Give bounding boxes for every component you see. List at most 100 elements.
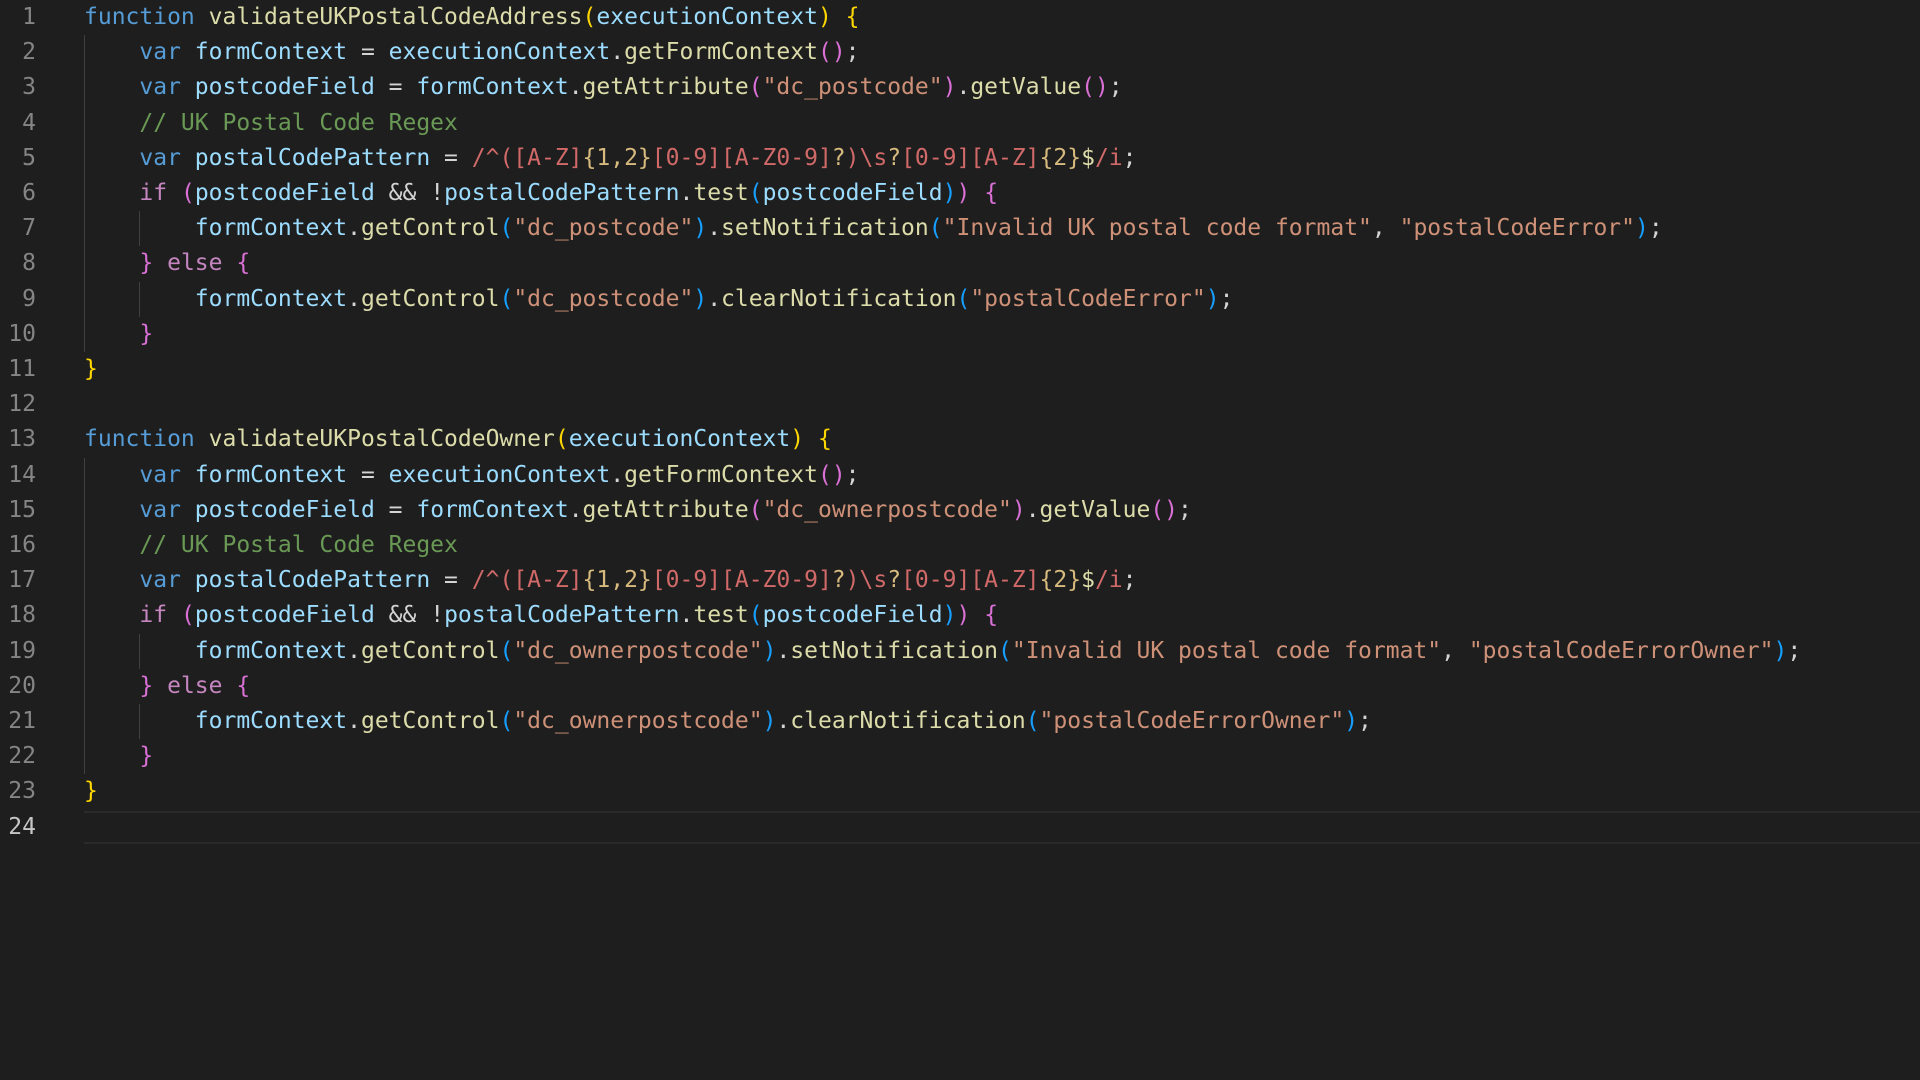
code-line[interactable]: 13 function validateUKPostalCodeOwner(exe… <box>0 422 1920 457</box>
code-token: postalCodePattern <box>194 144 431 171</box>
code-token: ( <box>998 637 1012 664</box>
code-line[interactable]: 7 formContext.getControl("dc_postcode").… <box>0 211 1920 246</box>
code-token: && ! <box>374 180 445 206</box>
code-editor[interactable]: 1 function validateUKPostalCodeAddress(ex… <box>0 0 1920 1080</box>
code-token: { <box>984 180 999 206</box>
code-token: formContext <box>194 39 348 66</box>
code-line[interactable]: 10 } <box>0 317 1920 352</box>
line-number: 5 <box>22 144 36 171</box>
code-line[interactable]: 18 if (postcodeField && !postalCodePatte… <box>0 598 1920 633</box>
code-token: else <box>167 672 223 699</box>
code-token: ) <box>817 4 832 30</box>
code-line[interactable]: 3 var postcodeField = formContext.getAtt… <box>0 70 1920 105</box>
code-line[interactable]: 5 var postalCodePattern = /^([A-Z]{1,2}[… <box>0 141 1920 176</box>
line-code: formContext.getControl("dc_postcode").cl… <box>84 282 1234 317</box>
code-token: () <box>1081 74 1109 101</box>
code-token: getAttribute <box>582 74 749 101</box>
code-token: "dc_ownerpostcode" <box>513 708 763 734</box>
code-line[interactable]: 4 // UK Postal Code Regex <box>0 106 1920 141</box>
code-token: formContext <box>194 461 348 488</box>
code-line[interactable]: 14 var formContext = executionContext.ge… <box>0 458 1920 493</box>
code-token: $ <box>1081 144 1095 171</box>
code-token: executionContext <box>568 426 791 453</box>
code-token: executionContext <box>596 4 818 30</box>
code-line[interactable]: 11} <box>0 352 1920 387</box>
code-token: setNotification <box>790 637 998 664</box>
code-line[interactable]: 20 } else { <box>0 669 1920 704</box>
code-token: postcodeField <box>194 180 375 206</box>
code-token: "postalCodeError" <box>1399 215 1635 242</box>
line-number: 3 <box>22 74 36 101</box>
code-line[interactable]: 2 var formContext = executionContext.get… <box>0 35 1920 70</box>
code-line[interactable]: 6 if (postcodeField && !postalCodePatter… <box>0 176 1920 211</box>
line-number: 2 <box>22 39 36 66</box>
code-token: , <box>1441 637 1469 664</box>
code-line[interactable]: 9 formContext.getControl("dc_postcode").… <box>0 282 1920 317</box>
code-token: ) <box>693 215 708 242</box>
code-token: ? <box>831 567 846 594</box>
code-token: . <box>568 496 583 523</box>
code-token: () <box>1150 496 1179 523</box>
code-token: ) <box>762 708 777 734</box>
code-token: var <box>139 567 181 594</box>
line-number: 14 <box>8 461 36 488</box>
code-token: . <box>679 602 694 629</box>
line-code: // UK Postal Code Regex <box>84 528 458 563</box>
code-line[interactable]: 23} <box>0 774 1920 809</box>
code-line[interactable]: 17 var postalCodePattern = /^([A-Z]{1,2}… <box>0 563 1920 598</box>
code-token: ( <box>928 215 943 242</box>
code-token: {2} <box>1039 144 1082 171</box>
code-token: . <box>347 285 361 312</box>
code-line[interactable]: 1 function validateUKPostalCodeAddress(ex… <box>0 0 1920 35</box>
line-number: 15 <box>8 496 36 523</box>
code-token: getAttribute <box>582 496 749 523</box>
code-token: ) <box>1344 708 1359 734</box>
code-line[interactable]: 15 var postcodeField = formContext.getAt… <box>0 493 1920 528</box>
code-token: = <box>374 496 417 523</box>
code-token: ( <box>499 708 514 734</box>
code-token: ; <box>1178 496 1192 523</box>
code-token: ( <box>748 74 763 101</box>
code-token: ( <box>499 637 514 664</box>
code-line[interactable]: 12 <box>0 387 1920 422</box>
code-token: ) <box>1205 285 1220 312</box>
code-token: ? <box>887 144 902 171</box>
code-token: } <box>84 356 98 382</box>
line-number: 17 <box>8 567 36 594</box>
code-token: formContext <box>194 285 348 312</box>
code-token: "Invalid UK postal code format" <box>942 215 1372 242</box>
code-line[interactable]: 19 formContext.getControl("dc_ownerpostc… <box>0 634 1920 669</box>
code-token: {1,2} <box>582 144 652 171</box>
code-line[interactable]: 22 } <box>0 739 1920 774</box>
line-number: 18 <box>8 602 36 629</box>
line-code: var postalCodePattern = /^([A-Z]{1,2}[0-… <box>84 141 1136 176</box>
code-token: ) <box>942 180 957 206</box>
code-line[interactable]: 8 } else { <box>0 246 1920 281</box>
code-token: ( <box>554 426 569 453</box>
code-token: ( <box>748 180 763 206</box>
code-token: = <box>430 567 472 594</box>
code-line[interactable]: 24 <box>0 810 1920 845</box>
code-token: validateUKPostalCodeOwner <box>208 426 555 453</box>
line-code: } <box>84 352 98 387</box>
code-token: postalCodePattern <box>444 180 680 206</box>
code-token: /i <box>1094 144 1123 171</box>
code-token: "dc_ownerpostcode" <box>513 637 763 664</box>
line-code: } <box>84 774 98 809</box>
code-line[interactable]: 21 formContext.getControl("dc_ownerpostc… <box>0 704 1920 739</box>
line-number: 20 <box>8 672 36 699</box>
code-token: if <box>139 602 168 629</box>
code-token: "dc_postcode" <box>513 215 694 242</box>
code-line[interactable]: 16 // UK Postal Code Regex <box>0 528 1920 563</box>
